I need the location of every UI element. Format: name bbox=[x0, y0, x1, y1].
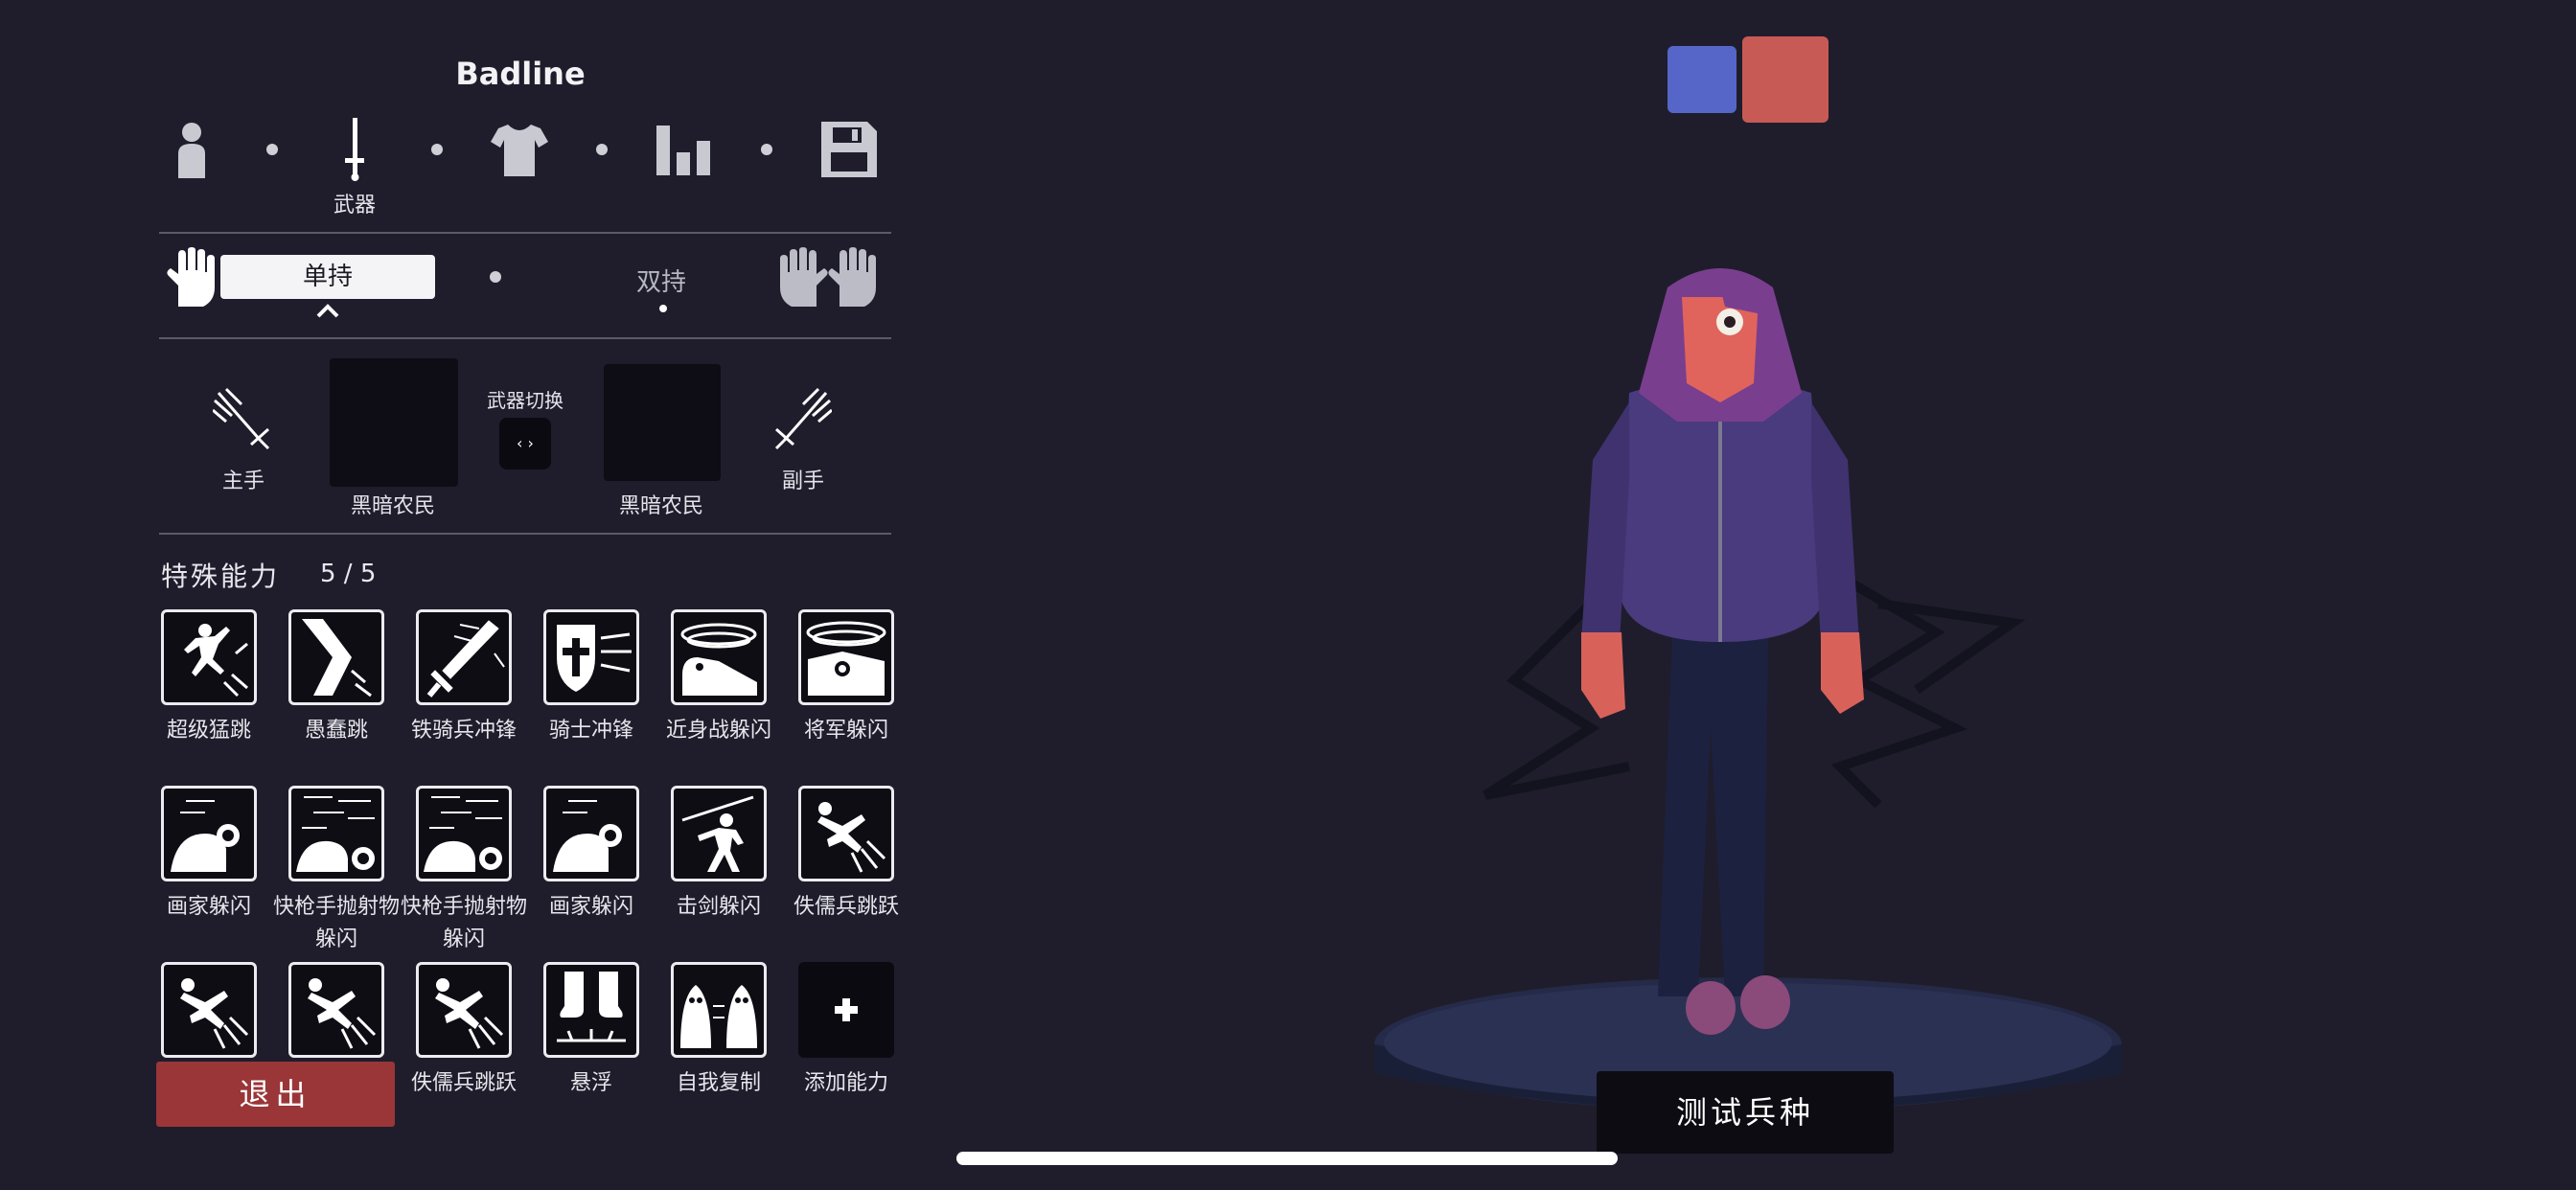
chevron-up-icon bbox=[316, 303, 339, 322]
fencer-dodge-icon[interactable] bbox=[671, 786, 767, 881]
sword-charge-icon[interactable] bbox=[416, 609, 512, 705]
mercenary-jump-icon[interactable] bbox=[798, 786, 894, 881]
unit-name-title: Badline bbox=[455, 56, 586, 92]
ability-label: 超级猛跳 bbox=[166, 719, 251, 743]
home-indicator[interactable] bbox=[956, 1152, 1618, 1165]
ability-label: 悬浮 bbox=[569, 1071, 612, 1095]
ability-label: 快枪手抛射物躲闪 bbox=[272, 895, 400, 951]
ability-label: 将军躲闪 bbox=[803, 719, 888, 743]
off-hand-label: 副手 bbox=[781, 469, 824, 493]
exit-button[interactable]: 退出 bbox=[156, 1062, 395, 1127]
ability-label: 快枪手抛射物躲闪 bbox=[400, 895, 527, 951]
step-active-label: 武器 bbox=[333, 194, 376, 217]
weapon-switch-button[interactable]: ‹ › bbox=[499, 418, 551, 469]
stats-icon[interactable] bbox=[656, 115, 713, 184]
ability-label: 佚儒兵跳跃 bbox=[793, 895, 899, 919]
abilities-header: 特殊能力 bbox=[161, 561, 281, 592]
melee-dodge-icon[interactable] bbox=[671, 609, 767, 705]
leg-jump-icon[interactable] bbox=[288, 609, 384, 705]
team-blue-swatch[interactable] bbox=[1668, 46, 1736, 113]
single-hold-button[interactable]: 单持 bbox=[220, 255, 435, 299]
step-dot bbox=[596, 144, 608, 155]
gunslinger-dodge-icon[interactable] bbox=[288, 786, 384, 881]
levitate-icon[interactable] bbox=[543, 962, 639, 1058]
test-unit-button[interactable]: 测试兵种 bbox=[1597, 1071, 1894, 1154]
mercenary-jump-icon[interactable] bbox=[288, 962, 384, 1058]
dual-hands-icon[interactable] bbox=[780, 247, 876, 310]
unit-preview-model[interactable] bbox=[1342, 230, 2147, 1150]
ability-label: 击剑躲闪 bbox=[676, 895, 761, 919]
main-hand-sword-icon bbox=[212, 387, 270, 454]
divider bbox=[159, 533, 891, 535]
plus-icon[interactable] bbox=[798, 962, 894, 1058]
main-weapon-name: 黑暗农民 bbox=[350, 494, 435, 518]
dual-hold-button[interactable]: 双持 bbox=[613, 263, 709, 298]
painter-dodge-icon[interactable] bbox=[543, 786, 639, 881]
off-hand-sword-icon bbox=[774, 387, 833, 454]
ability-label: 骑士冲锋 bbox=[548, 719, 633, 743]
gunslinger-dodge-icon[interactable] bbox=[416, 786, 512, 881]
save-icon[interactable] bbox=[820, 115, 878, 184]
single-hand-icon[interactable] bbox=[165, 247, 215, 310]
ability-label: 自我复制 bbox=[676, 1071, 761, 1095]
sword-icon[interactable] bbox=[335, 115, 374, 184]
general-dodge-icon[interactable] bbox=[798, 609, 894, 705]
step-dot bbox=[431, 144, 443, 155]
abilities-count: 5 / 5 bbox=[320, 560, 377, 588]
ability-label: 画家躲闪 bbox=[166, 895, 251, 919]
mode-dot bbox=[490, 271, 501, 283]
off-weapon-name: 黑暗农民 bbox=[618, 494, 703, 518]
dual-indicator-dot bbox=[659, 305, 667, 312]
painter-dodge-icon[interactable] bbox=[161, 786, 257, 881]
ability-label: 铁骑兵冲锋 bbox=[410, 719, 517, 743]
weapon-switch-label: 武器切换 bbox=[487, 389, 564, 412]
main-weapon-slot[interactable] bbox=[330, 358, 458, 487]
shield-charge-icon[interactable] bbox=[543, 609, 639, 705]
person-icon[interactable] bbox=[171, 115, 213, 184]
mercenary-jump-icon[interactable] bbox=[161, 962, 257, 1058]
self-clone-icon[interactable] bbox=[671, 962, 767, 1058]
step-dot bbox=[761, 144, 772, 155]
main-hand-label: 主手 bbox=[221, 469, 264, 493]
divider bbox=[159, 337, 891, 339]
off-weapon-slot[interactable] bbox=[604, 364, 721, 481]
ability-label: 画家躲闪 bbox=[548, 895, 633, 919]
shirt-icon[interactable] bbox=[489, 115, 550, 184]
divider bbox=[159, 232, 891, 234]
leap-icon[interactable] bbox=[161, 609, 257, 705]
ability-label: 近身战躲闪 bbox=[665, 719, 771, 743]
ability-label: 佚儒兵跳跃 bbox=[410, 1071, 517, 1095]
ability-label: 添加能力 bbox=[803, 1071, 888, 1095]
step-dot bbox=[266, 144, 278, 155]
ability-label: 愚蠢跳 bbox=[304, 719, 368, 743]
team-red-swatch[interactable] bbox=[1742, 36, 1828, 123]
mercenary-jump-icon[interactable] bbox=[416, 962, 512, 1058]
